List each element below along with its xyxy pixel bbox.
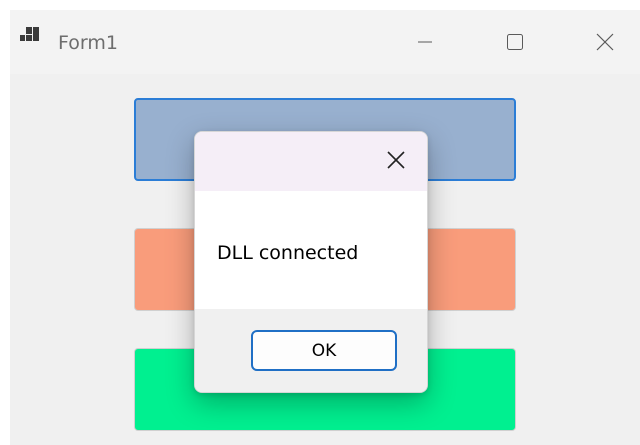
ok-button[interactable]: OK [251, 330, 397, 371]
dialog-titlebar[interactable] [195, 132, 427, 191]
maximize-icon [507, 34, 523, 50]
dialog-close-button[interactable] [381, 145, 411, 175]
close-button[interactable] [570, 10, 640, 74]
dialog-footer: OK [195, 309, 427, 392]
dialog-message: DLL connected [217, 242, 359, 264]
close-icon [387, 151, 405, 169]
message-dialog: DLL connected OK [194, 131, 428, 393]
window-title: Form1 [58, 32, 118, 54]
dialog-body: DLL connected [195, 191, 427, 309]
close-icon [596, 33, 614, 51]
minimize-button[interactable] [390, 10, 460, 74]
minimize-icon [418, 41, 432, 43]
window-titlebar[interactable]: Form1 [10, 10, 640, 74]
app-icon [20, 27, 40, 47]
maximize-button[interactable] [480, 10, 550, 74]
